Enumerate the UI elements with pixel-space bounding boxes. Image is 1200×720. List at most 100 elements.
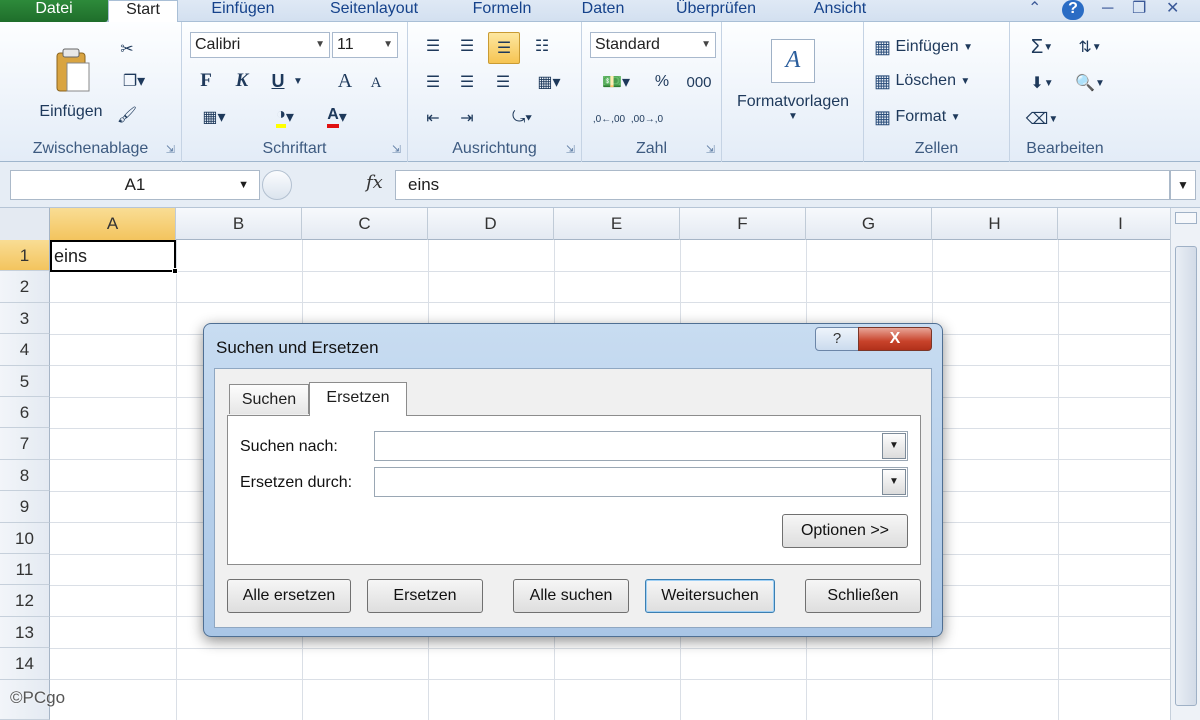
tab-einfuegen[interactable]: Einfügen	[190, 0, 296, 22]
chevron-down-icon[interactable]: ▼	[882, 433, 906, 459]
close-button[interactable]: Schließen	[805, 579, 921, 613]
row-header[interactable]: 12	[0, 585, 50, 617]
paste-button[interactable]: Einfügen	[30, 34, 112, 134]
dialog-help-button[interactable]: ?	[815, 327, 859, 351]
dialog-close-button[interactable]: X	[858, 327, 932, 351]
fill-handle[interactable]	[172, 268, 178, 274]
row-header[interactable]: 2	[0, 271, 50, 303]
help-icon[interactable]: ?	[1062, 0, 1084, 20]
fill-color-icon[interactable]: ◑ ▾	[264, 102, 306, 132]
decrease-decimal-icon[interactable]: ,00→,0	[630, 104, 664, 134]
align-left-icon[interactable]: ☰	[418, 68, 448, 96]
copy-icon[interactable]: ❐▾	[114, 68, 154, 94]
thousands-button[interactable]: 000	[682, 68, 716, 96]
align-top-icon[interactable]: ☰	[418, 32, 448, 60]
underline-button[interactable]: U	[266, 68, 290, 94]
tab-suchen[interactable]: Suchen	[229, 384, 309, 414]
column-header[interactable]: H	[932, 208, 1058, 240]
chevron-down-icon[interactable]: ▼	[882, 469, 906, 495]
clear-icon[interactable]: ⌫ ▼	[1020, 104, 1064, 134]
minimize-ribbon-icon[interactable]: ⌃	[1028, 0, 1041, 20]
options-button[interactable]: Optionen >>	[782, 514, 908, 548]
window-restore-icon[interactable]: ❐	[1132, 0, 1146, 20]
currency-icon[interactable]: 💵▾	[594, 68, 638, 96]
tab-ueberpruefen[interactable]: Überprüfen	[654, 0, 778, 22]
orientation-icon[interactable]: ☷	[526, 32, 558, 60]
column-header[interactable]: I	[1058, 208, 1170, 240]
bold-button[interactable]: F	[194, 68, 218, 94]
insert-cells-button[interactable]: ▦ Einfügen ▼	[874, 34, 973, 60]
row-header[interactable]: 4	[0, 334, 50, 366]
dialog-launcher-icon[interactable]: ⇲	[566, 143, 575, 156]
replace-button[interactable]: Ersetzen	[367, 579, 483, 613]
column-header[interactable]: D	[428, 208, 554, 240]
row-header[interactable]: 3	[0, 302, 50, 335]
find-input[interactable]: ▼	[374, 431, 908, 461]
split-handle[interactable]	[1175, 212, 1197, 224]
tab-ansicht[interactable]: Ansicht	[788, 0, 892, 22]
dialog-launcher-icon[interactable]: ⇲	[166, 143, 175, 156]
chevron-down-icon[interactable]: ▼	[290, 68, 306, 94]
find-select-icon[interactable]: 🔍 ▼	[1068, 68, 1112, 98]
cell-a1[interactable]: eins	[50, 240, 178, 274]
increase-indent-icon[interactable]: ⇥	[452, 104, 482, 132]
sort-filter-icon[interactable]: ⇅ ▼	[1068, 32, 1112, 62]
row-header[interactable]: 5	[0, 365, 50, 397]
row-header[interactable]: 9	[0, 491, 50, 523]
align-bottom-icon[interactable]: ☰	[488, 32, 520, 64]
window-minimize-icon[interactable]: ─	[1102, 0, 1113, 20]
row-header[interactable]: 10	[0, 522, 50, 554]
replace-all-button[interactable]: Alle ersetzen	[227, 579, 351, 613]
column-header[interactable]: F	[680, 208, 806, 240]
select-all-corner[interactable]	[0, 208, 50, 240]
find-all-button[interactable]: Alle suchen	[513, 579, 629, 613]
find-next-button[interactable]: Weitersuchen	[645, 579, 775, 613]
row-header[interactable]: 13	[0, 616, 50, 649]
scrollbar-thumb[interactable]	[1175, 246, 1197, 706]
column-header[interactable]: G	[806, 208, 932, 240]
merge-cells-icon[interactable]: ▦▾	[526, 68, 572, 96]
expand-formula-bar-icon[interactable]: ▼	[1170, 170, 1196, 200]
row-header[interactable]: 7	[0, 428, 50, 460]
insert-function-icon[interactable]: fx	[366, 172, 383, 193]
window-close-icon[interactable]: ✕	[1166, 0, 1179, 20]
shrink-font-button[interactable]: A	[366, 72, 386, 94]
cut-icon[interactable]: ✂	[114, 36, 140, 62]
column-header[interactable]: E	[554, 208, 680, 240]
tab-seitenlayout[interactable]: Seitenlayout	[306, 0, 442, 22]
formula-bar-resize-handle[interactable]	[262, 170, 292, 200]
borders-icon[interactable]: ▦▾	[194, 104, 234, 130]
font-size-select[interactable]: 11 ▼	[332, 32, 398, 58]
decrease-indent-icon[interactable]: ⇤	[418, 104, 448, 132]
autosum-icon[interactable]: Σ ▼	[1020, 32, 1064, 62]
format-painter-icon[interactable]: 🖌	[114, 102, 140, 128]
name-box[interactable]: A1 ▼	[10, 170, 260, 200]
formula-input[interactable]: eins	[395, 170, 1170, 200]
tab-daten[interactable]: Daten	[562, 0, 644, 22]
delete-cells-button[interactable]: ▦ Löschen ▼	[874, 68, 970, 94]
grow-font-button[interactable]: A	[332, 68, 358, 94]
align-right-icon[interactable]: ☰	[488, 68, 518, 96]
align-center-icon[interactable]: ☰	[452, 68, 482, 96]
text-direction-icon[interactable]: ⤿▾	[500, 104, 544, 132]
font-color-icon[interactable]: A ▾	[316, 102, 358, 132]
tab-datei[interactable]: Datei	[0, 0, 108, 22]
tab-start[interactable]: Start	[108, 0, 178, 23]
font-name-select[interactable]: Calibri ▼	[190, 32, 330, 58]
percent-button[interactable]: %	[650, 68, 674, 96]
row-header[interactable]: 11	[0, 554, 50, 586]
dialog-launcher-icon[interactable]: ⇲	[706, 143, 715, 156]
tab-ersetzen[interactable]: Ersetzen	[309, 382, 407, 416]
column-header[interactable]: A	[50, 208, 176, 240]
tab-formeln[interactable]: Formeln	[452, 0, 552, 22]
styles-button[interactable]: A Formatvorlagen ▼	[726, 30, 860, 130]
fill-icon[interactable]: ⬇ ▼	[1020, 68, 1064, 98]
dialog-launcher-icon[interactable]: ⇲	[392, 143, 401, 156]
format-cells-button[interactable]: ▦ Format ▼	[874, 104, 961, 130]
replace-input[interactable]: ▼	[374, 467, 908, 497]
row-header[interactable]: 6	[0, 397, 50, 429]
italic-button[interactable]: K	[230, 68, 254, 94]
row-header[interactable]: 8	[0, 459, 50, 492]
align-middle-icon[interactable]: ☰	[452, 32, 482, 60]
number-format-select[interactable]: Standard ▼	[590, 32, 716, 58]
